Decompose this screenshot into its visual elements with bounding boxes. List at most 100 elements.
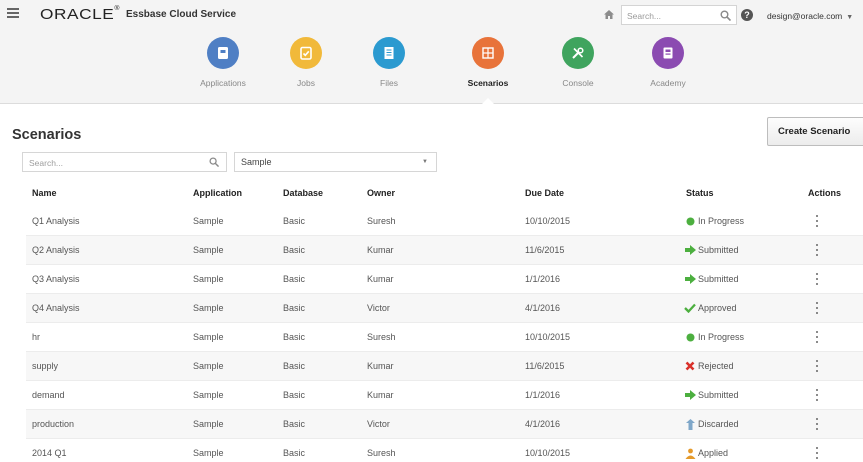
- nav-files[interactable]: Files: [354, 37, 424, 88]
- actions-menu-icon[interactable]: [813, 214, 821, 228]
- scenario-name: Q2 Analysis: [32, 245, 80, 255]
- column-header-database[interactable]: Database: [283, 188, 323, 198]
- database-cell: Basic: [283, 274, 306, 284]
- due-date-cell: 10/10/2015: [525, 332, 571, 342]
- scenario-name: 2014 Q1: [32, 448, 67, 458]
- owner-cell: Kumar: [367, 361, 394, 371]
- table-row[interactable]: production Sample Basic Victor 4/1/2016 Disca…: [26, 410, 863, 439]
- status-cell: Submitted: [684, 244, 739, 256]
- due-date-cell: 11/6/2015: [525, 245, 565, 255]
- scenario-name: demand: [32, 390, 65, 400]
- owner-cell: Kumar: [367, 390, 394, 400]
- nav-jobs[interactable]: Jobs: [271, 37, 341, 88]
- create-scenario-button[interactable]: Create Scenario: [767, 117, 863, 146]
- scenario-search-input[interactable]: [23, 154, 203, 172]
- table-row[interactable]: Q2 Analysis Sample Basic Kumar 11/6/2015 Subm…: [26, 236, 863, 265]
- application-cell: Sample: [193, 303, 224, 313]
- actions-menu-icon[interactable]: [813, 388, 821, 402]
- table-row[interactable]: 2014 Q1 Sample Basic Suresh 10/10/2015 Applie…: [26, 439, 863, 462]
- actions-menu-icon[interactable]: [813, 330, 821, 344]
- chevron-down-icon: ▼: [846, 14, 854, 21]
- page-title: Scenarios: [12, 127, 82, 143]
- table-row[interactable]: Q4 Analysis Sample Basic Victor 4/1/2016 Appr…: [26, 294, 863, 323]
- status-cell: Applied: [684, 447, 728, 459]
- application-filter-value: Sample: [241, 157, 272, 167]
- column-header-name[interactable]: Name: [32, 188, 57, 198]
- database-cell: Basic: [283, 216, 306, 226]
- nav-label: Jobs: [297, 78, 315, 88]
- nav-label: Academy: [650, 78, 686, 88]
- actions-menu-icon[interactable]: [813, 272, 821, 286]
- chevron-down-icon: ▼: [422, 159, 428, 165]
- due-date-cell: 4/1/2016: [525, 303, 561, 313]
- global-search-field[interactable]: [621, 5, 737, 25]
- search-icon[interactable]: [209, 157, 219, 167]
- column-header-status[interactable]: Status: [686, 188, 714, 198]
- status-cell: In Progress: [684, 215, 744, 227]
- actions-menu-icon[interactable]: [813, 417, 821, 431]
- nav-scenarios[interactable]: Scenarios: [453, 37, 523, 88]
- academy-icon: [652, 37, 684, 69]
- green-check-icon: [684, 302, 696, 314]
- global-search-input[interactable]: [622, 7, 712, 25]
- hamburger-menu-icon[interactable]: [7, 8, 19, 18]
- owner-cell: Suresh: [367, 448, 396, 458]
- jobs-icon: [290, 37, 322, 69]
- home-icon[interactable]: [604, 10, 614, 19]
- application-cell: Sample: [193, 216, 224, 226]
- actions-menu-icon[interactable]: [813, 359, 821, 373]
- column-header-application[interactable]: Application: [193, 188, 242, 198]
- nav-console[interactable]: Console: [543, 37, 613, 88]
- active-nav-pointer: [482, 98, 494, 104]
- scenario-name: Q3 Analysis: [32, 274, 80, 284]
- status-text: Approved: [698, 303, 737, 313]
- due-date-cell: 10/10/2015: [525, 448, 571, 458]
- user-menu[interactable]: design@oracle.com ▼: [767, 11, 853, 21]
- due-date-cell: 1/1/2016: [525, 390, 561, 400]
- help-icon[interactable]: ?: [741, 9, 753, 21]
- status-text: Submitted: [698, 390, 739, 400]
- applied-icon: [684, 447, 696, 459]
- nav-applications[interactable]: Applications: [188, 37, 258, 88]
- status-text: Discarded: [698, 419, 739, 429]
- green-arrow-icon: [684, 273, 696, 285]
- table-row[interactable]: demand Sample Basic Kumar 1/1/2016 Submitted: [26, 381, 863, 410]
- nav-academy[interactable]: Academy: [633, 37, 703, 88]
- actions-menu-icon[interactable]: [813, 301, 821, 315]
- database-cell: Basic: [283, 245, 306, 255]
- status-cell: In Progress: [684, 331, 744, 343]
- database-cell: Basic: [283, 419, 306, 429]
- scenario-name: hr: [32, 332, 41, 342]
- service-title: Essbase Cloud Service: [126, 9, 237, 20]
- status-cell: Submitted: [684, 273, 739, 285]
- actions-menu-icon[interactable]: [813, 243, 821, 257]
- top-banner: ORACLE® Essbase Cloud Service ? design@o…: [0, 0, 863, 104]
- column-header-owner[interactable]: Owner: [367, 188, 395, 198]
- database-cell: Basic: [283, 448, 306, 458]
- column-header-due-date[interactable]: Due Date: [525, 188, 564, 198]
- table-row[interactable]: Q3 Analysis Sample Basic Kumar 1/1/2016 Submi…: [26, 265, 863, 294]
- table-row[interactable]: supply Sample Basic Kumar 11/6/2015 Rejected: [26, 352, 863, 381]
- owner-cell: Suresh: [367, 332, 396, 342]
- user-name: design@oracle.com: [767, 11, 843, 21]
- table-row[interactable]: Q1 Analysis Sample Basic Suresh 10/10/2015 In…: [26, 207, 863, 236]
- application-cell: Sample: [193, 390, 224, 400]
- nav-label: Console: [562, 78, 594, 88]
- application-filter-select[interactable]: Sample ▼: [234, 152, 437, 172]
- oracle-logo: ORACLE®: [40, 6, 121, 23]
- application-cell: Sample: [193, 361, 224, 371]
- actions-menu-icon[interactable]: [813, 446, 821, 460]
- due-date-cell: 11/6/2015: [525, 361, 565, 371]
- table-row[interactable]: hr Sample Basic Suresh 10/10/2015 In Progress: [26, 323, 863, 352]
- application-cell: Sample: [193, 274, 224, 284]
- column-header-actions: Actions: [808, 188, 842, 198]
- application-cell: Sample: [193, 332, 224, 342]
- search-icon[interactable]: [720, 10, 731, 21]
- scenario-name: supply: [32, 361, 59, 371]
- green-dot-icon: [684, 215, 696, 227]
- nav-label: Scenarios: [467, 78, 509, 88]
- scenario-name: Q1 Analysis: [32, 216, 80, 226]
- owner-cell: Victor: [367, 419, 390, 429]
- scenario-name: production: [32, 419, 75, 429]
- scenario-search-field[interactable]: [22, 152, 227, 172]
